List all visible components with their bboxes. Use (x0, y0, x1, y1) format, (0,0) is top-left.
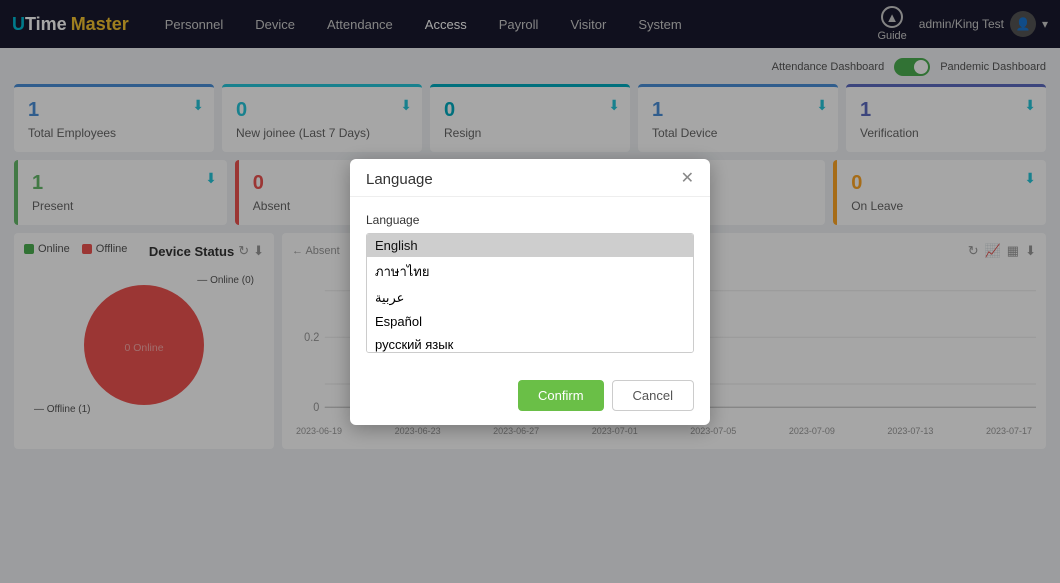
language-modal: Language ✕ Language English ภาษาไทย عربي… (350, 159, 710, 425)
modal-header: Language ✕ (350, 159, 710, 197)
modal-footer: Confirm Cancel (350, 370, 710, 425)
modal-title: Language (366, 171, 433, 188)
option-arabic[interactable]: عربية (367, 286, 693, 310)
modal-body: Language English ภาษาไทย عربية Español р… (350, 197, 710, 370)
option-spanish[interactable]: Español (367, 310, 693, 333)
option-russian[interactable]: русский язык (367, 333, 693, 353)
cancel-button[interactable]: Cancel (612, 380, 694, 411)
close-icon[interactable]: ✕ (681, 171, 694, 187)
language-field-label: Language (366, 213, 694, 227)
confirm-button[interactable]: Confirm (518, 380, 604, 411)
option-english[interactable]: English (367, 234, 693, 257)
option-thai[interactable]: ภาษาไทย (367, 257, 693, 286)
modal-overlay[interactable]: Language ✕ Language English ภาษาไทย عربي… (0, 0, 1060, 583)
language-select[interactable]: English ภาษาไทย عربية Español русский яз… (366, 233, 694, 353)
